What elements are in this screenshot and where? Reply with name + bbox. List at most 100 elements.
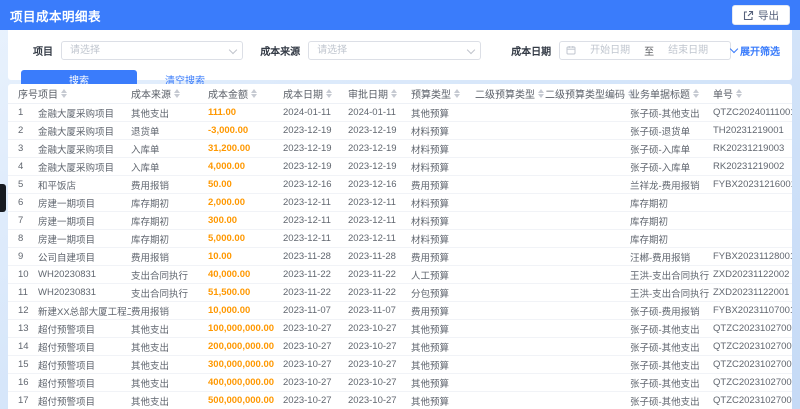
cell: 17 — [18, 395, 29, 406]
cell: 其他预算 — [411, 378, 450, 390]
cell: 张子硕-其他支出 — [630, 360, 700, 372]
column-header[interactable]: 成本来源 — [131, 86, 208, 101]
column-header[interactable]: 项目 — [38, 86, 131, 101]
cell: 1 — [18, 107, 24, 118]
cell: 张子硕-费用报销 — [630, 306, 700, 318]
cell: 2023-11-22 — [348, 287, 396, 298]
column-header-label: 审批日期 — [348, 90, 388, 101]
cell: 库存期初 — [630, 216, 669, 228]
cell: TH20231219001 — [713, 125, 784, 136]
cell: 2023-11-07 — [348, 305, 396, 316]
cell: 400,000,000.00 — [208, 377, 275, 388]
cell: 300.00 — [208, 215, 238, 226]
table-row: 2 金融大厦采购项目 退货单 -3,000.00 2023-12-19 2023-12-1… — [8, 122, 792, 140]
cell: 2023-10-27 — [348, 395, 397, 406]
cell: 2023-10-27 — [283, 395, 332, 406]
sort-caret-icon[interactable] — [61, 89, 67, 98]
cell: 张子硕-其他支出 — [630, 396, 700, 408]
cell: 2023-12-19 — [283, 161, 332, 172]
cell: 其他预算 — [411, 108, 450, 120]
cost-date-range-picker[interactable]: 至 — [559, 40, 731, 60]
column-header[interactable]: 单号 — [713, 86, 792, 101]
cell: ZXD20231122002 — [713, 269, 790, 280]
drawer-handle[interactable] — [0, 184, 6, 212]
cell: 2023-12-19 — [283, 125, 332, 136]
export-button[interactable]: 导出 — [732, 5, 790, 25]
cell: 10,000.00 — [208, 305, 251, 316]
cell: 50.00 — [208, 179, 232, 190]
cell: 超付预警项目 — [38, 396, 96, 408]
sort-caret-icon[interactable] — [326, 89, 332, 98]
cell: 3 — [18, 143, 24, 154]
cell: 其他预算 — [411, 342, 450, 354]
sort-caret-icon[interactable] — [174, 89, 180, 98]
column-header[interactable]: 成本日期 — [283, 86, 348, 101]
cost-source-select-input[interactable] — [309, 42, 481, 58]
cost-source-select[interactable] — [308, 40, 482, 60]
cell: 张子硕-其他支出 — [630, 108, 700, 120]
cell: 2023-11-07 — [283, 305, 331, 316]
end-date-input[interactable] — [657, 43, 720, 57]
cell: 费用预算 — [411, 180, 450, 192]
column-header[interactable]: 预算类型 — [411, 86, 475, 101]
cell: 51,500.00 — [208, 287, 251, 298]
date-range-separator: 至 — [644, 46, 655, 58]
cell: 汪郴-费用报销 — [630, 252, 691, 264]
filter-row: 项目 成本来源 成本日期 至 展开筛选 — [8, 30, 792, 64]
cell: FYBX20231107001 — [713, 305, 792, 316]
sort-caret-icon[interactable] — [693, 89, 699, 98]
cell: 11 — [18, 287, 28, 298]
expand-filters-link[interactable]: 展开筛选 — [729, 43, 780, 58]
cell: 10 — [18, 269, 29, 280]
cell: 其他预算 — [411, 324, 450, 336]
column-header-label: 二级预算类型编码 — [545, 90, 625, 101]
cell: 公司自建项目 — [38, 252, 96, 264]
sort-caret-icon[interactable] — [538, 89, 544, 98]
cell: 费用报销 — [131, 180, 170, 192]
column-header[interactable]: 二级预算类型编码 — [545, 86, 634, 101]
column-header[interactable]: 成本金额 — [208, 86, 283, 101]
sort-caret-icon[interactable] — [391, 89, 397, 98]
column-header-label: 业务单据标题 — [630, 90, 690, 101]
table-header-row: 序号 项目 成本来源 成本金额 成本日期 审批日期 预算类型 二级预算类型 二级预算类型编码 业务… — [8, 84, 792, 104]
sort-caret-icon[interactable] — [454, 89, 460, 98]
cell: 5,000.00 — [208, 233, 245, 244]
cell: 材料预算 — [411, 216, 450, 228]
cell: QTZC20240111001 — [713, 107, 792, 118]
cell: 材料预算 — [411, 144, 450, 156]
cell: 100,000,000.00 — [208, 323, 275, 334]
cell: 库存期初 — [131, 234, 170, 246]
table-row: 8 房建一期项目 库存期初 5,000.00 2023-12-11 2023-12-11 材… — [8, 230, 792, 248]
sort-caret-icon[interactable] — [251, 89, 257, 98]
cell: RK20231219003 — [713, 143, 785, 154]
column-header[interactable]: 审批日期 — [348, 86, 411, 101]
cell: 材料预算 — [411, 234, 450, 246]
cell: QTZC20231027002 — [713, 395, 792, 406]
cell: 入库单 — [131, 162, 160, 174]
cell: 金融大厦采购项目 — [38, 126, 115, 138]
cell: 张子硕-入库单 — [630, 144, 691, 156]
title-bar: 项目成本明细表 导出 — [0, 0, 800, 30]
project-select[interactable] — [61, 40, 244, 60]
column-header-label: 预算类型 — [411, 90, 451, 101]
cell: 111.00 — [208, 107, 237, 118]
sort-caret-icon[interactable] — [736, 89, 742, 98]
cell: 费用报销 — [131, 306, 170, 318]
cell: QTZC20231027002 — [713, 341, 792, 352]
cell: 2023-11-28 — [283, 251, 331, 262]
column-header-label: 成本日期 — [283, 90, 323, 101]
cell: 200,000,000.00 — [208, 341, 275, 352]
cell: FYBX20231128001 — [713, 251, 792, 262]
cell: 2023-11-28 — [348, 251, 396, 262]
export-label: 导出 — [758, 9, 779, 22]
table-row: 4 金融大厦采购项目 入库单 4,000.00 2023-12-19 2023-12-19… — [8, 158, 792, 176]
cell: 16 — [18, 377, 29, 388]
cell: QTZC20231027002 — [713, 377, 792, 388]
cell: 材料预算 — [411, 162, 450, 174]
table-row: 1 金融大厦采购项目 其他支出 111.00 2024-01-11 2024-01-11 其… — [8, 104, 792, 122]
project-select-input[interactable] — [62, 42, 243, 58]
start-date-input[interactable] — [579, 43, 642, 57]
cost-source-filter-label: 成本来源 — [260, 46, 301, 58]
column-header[interactable]: 业务单据标题 — [630, 86, 713, 101]
column-header[interactable]: 二级预算类型 — [475, 86, 545, 101]
